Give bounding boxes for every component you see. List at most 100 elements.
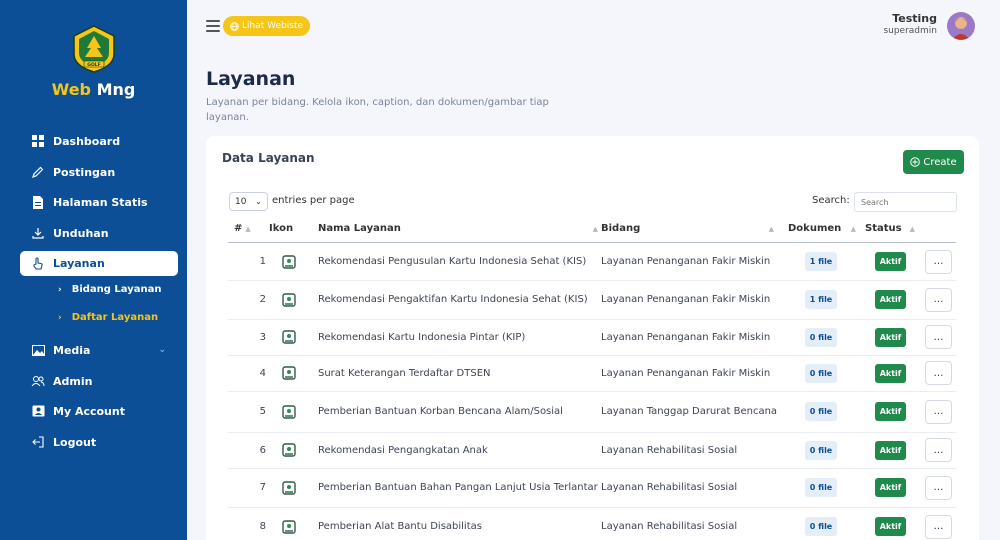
- action-cell: …: [925, 243, 952, 280]
- service-bidang: Layanan Penanganan Fakir Miskin: [601, 294, 771, 305]
- action-cell: …: [925, 280, 952, 319]
- entries-per-page-label: entries per page: [272, 195, 355, 206]
- search-input[interactable]: [854, 192, 957, 212]
- document-icon: [31, 195, 45, 209]
- column-header-ikon-label: Ikon: [269, 223, 294, 234]
- dokumen-cell: 0 file: [804, 507, 838, 540]
- nav-postingan[interactable]: Postingan: [20, 159, 178, 185]
- status-cell: Aktif: [874, 319, 907, 355]
- nav-logout[interactable]: Logout: [20, 429, 178, 455]
- document-count-badge: 0 file: [804, 517, 838, 536]
- service-bidang: Layanan Rehabilitasi Sosial: [601, 521, 738, 532]
- row-actions-button[interactable]: …: [925, 475, 952, 500]
- service-icon-cell: [278, 355, 300, 391]
- action-cell: …: [925, 507, 952, 540]
- status-cell: Aktif: [874, 391, 907, 432]
- nav-my-account-label: My Account: [53, 404, 125, 418]
- status-badge: Aktif: [874, 402, 907, 421]
- page-description: Layanan per bidang. Kelola ikon, caption…: [206, 97, 549, 123]
- document-count-badge: 0 file: [804, 363, 838, 383]
- status-badge: Aktif: [874, 517, 907, 536]
- service-bidang: Layanan Tanggap Darurat Bencana: [601, 406, 778, 417]
- chevron-right-icon: ›: [58, 284, 62, 295]
- nav-my-account[interactable]: My Account: [20, 398, 178, 424]
- sort-icon: ▲: [245, 224, 251, 233]
- entries-per-page-select[interactable]: 10 ⌄: [229, 192, 268, 211]
- service-bidang: Layanan Penanganan Fakir Miskin: [601, 331, 771, 343]
- row-number: 6: [259, 444, 266, 456]
- row-actions-button[interactable]: …: [925, 249, 952, 274]
- service-bidang: Layanan Penanganan Fakir Miskin: [601, 256, 771, 267]
- row-actions-button[interactable]: …: [925, 361, 952, 385]
- service-icon-cell: [278, 280, 300, 319]
- service-icon: [282, 366, 296, 380]
- service-icon: [282, 330, 296, 344]
- service-name: Pemberian Alat Bantu Disabilitas: [318, 521, 482, 532]
- nav-media[interactable]: Media ⌄: [20, 337, 178, 363]
- dokumen-cell: 0 file: [804, 355, 838, 391]
- nav-layanan[interactable]: Layanan: [20, 251, 178, 276]
- service-icon-cell: [278, 507, 300, 540]
- nav-unduhan[interactable]: Unduhan: [20, 220, 178, 246]
- column-header-status[interactable]: Status ▲︎: [865, 223, 915, 234]
- create-button-label: Create: [923, 156, 957, 168]
- action-cell: …: [925, 355, 952, 391]
- sort-icon: ▲︎: [592, 224, 598, 233]
- sort-icon: ▲︎: [850, 224, 856, 233]
- sort-icon: ▲︎: [909, 224, 915, 233]
- row-actions-button[interactable]: …: [925, 399, 952, 424]
- nav-dashboard[interactable]: Dashboard: [20, 128, 178, 154]
- subnav-daftar-layanan-label: Daftar Layanan: [71, 312, 159, 323]
- create-button[interactable]: Create: [903, 150, 964, 174]
- brand-web: Web: [51, 80, 92, 99]
- subnav-daftar-layanan[interactable]: › Daftar Layanan: [58, 312, 158, 323]
- dokumen-cell: 0 file: [804, 468, 838, 507]
- row-actions-button[interactable]: …: [925, 514, 952, 539]
- status-cell: Aktif: [874, 507, 907, 540]
- hamburger-menu-icon[interactable]: [206, 20, 220, 32]
- action-cell: …: [925, 432, 952, 468]
- column-header-bidang-label: Bidang: [601, 223, 641, 234]
- row-actions-button[interactable]: …: [925, 287, 952, 312]
- service-bidang: Layanan Penanganan Fakir Miskin: [601, 367, 771, 379]
- sort-icon: ▲︎: [768, 224, 774, 233]
- column-header-bidang[interactable]: Bidang ▲︎: [601, 223, 774, 234]
- column-header-dokumen[interactable]: Dokumen ▲︎: [788, 223, 856, 234]
- service-bidang: Layanan Rehabilitasi Sosial: [601, 444, 738, 456]
- nav-halaman-statis[interactable]: Halaman Statis: [20, 189, 178, 215]
- document-count-badge: 0 file: [804, 478, 838, 497]
- column-header-number[interactable]: # ▲: [234, 223, 251, 234]
- avatar[interactable]: [947, 12, 975, 40]
- visit-website-button[interactable]: Lihat Webiste: [223, 16, 311, 36]
- row-actions-button[interactable]: …: [925, 438, 952, 462]
- service-icon: [282, 404, 296, 419]
- column-header-nama-label: Nama Layanan: [318, 223, 401, 234]
- document-count-badge: 1 file: [804, 252, 838, 271]
- document-count-badge: 0 file: [804, 327, 838, 347]
- column-header-nama[interactable]: Nama Layanan ▲︎: [318, 223, 598, 234]
- subnav-bidang-layanan-label: Bidang Layanan: [71, 284, 162, 295]
- document-count-badge: 0 file: [804, 402, 838, 421]
- nav-admin[interactable]: Admin: [20, 368, 178, 394]
- nav-unduhan-label: Unduhan: [53, 226, 109, 240]
- dokumen-cell: 0 file: [804, 391, 838, 432]
- page-title: Layanan: [206, 68, 296, 90]
- pencil-icon: [31, 165, 45, 179]
- nav-layanan-label: Layanan: [53, 257, 105, 270]
- service-name: Rekomendasi Pengusulan Kartu Indonesia S…: [318, 256, 587, 267]
- row-number: 1: [259, 256, 266, 267]
- service-icon-cell: [278, 319, 300, 355]
- document-count-badge: 0 file: [804, 440, 838, 460]
- users-icon: [31, 374, 45, 388]
- brand-name: Web Mng: [0, 80, 187, 99]
- row-actions-button[interactable]: …: [925, 325, 952, 349]
- service-icon: [282, 443, 296, 457]
- visit-website-label: Lihat Webiste: [242, 21, 304, 31]
- column-header-ikon[interactable]: Ikon: [269, 223, 293, 234]
- service-icon: [282, 519, 296, 534]
- subnav-bidang-layanan[interactable]: › Bidang Layanan: [58, 284, 162, 295]
- service-name: Pemberian Bantuan Korban Bencana Alam/So…: [318, 406, 563, 417]
- service-icon-cell: [278, 432, 300, 468]
- dokumen-cell: 0 file: [804, 432, 838, 468]
- service-bidang: Layanan Rehabilitasi Sosial: [601, 482, 738, 493]
